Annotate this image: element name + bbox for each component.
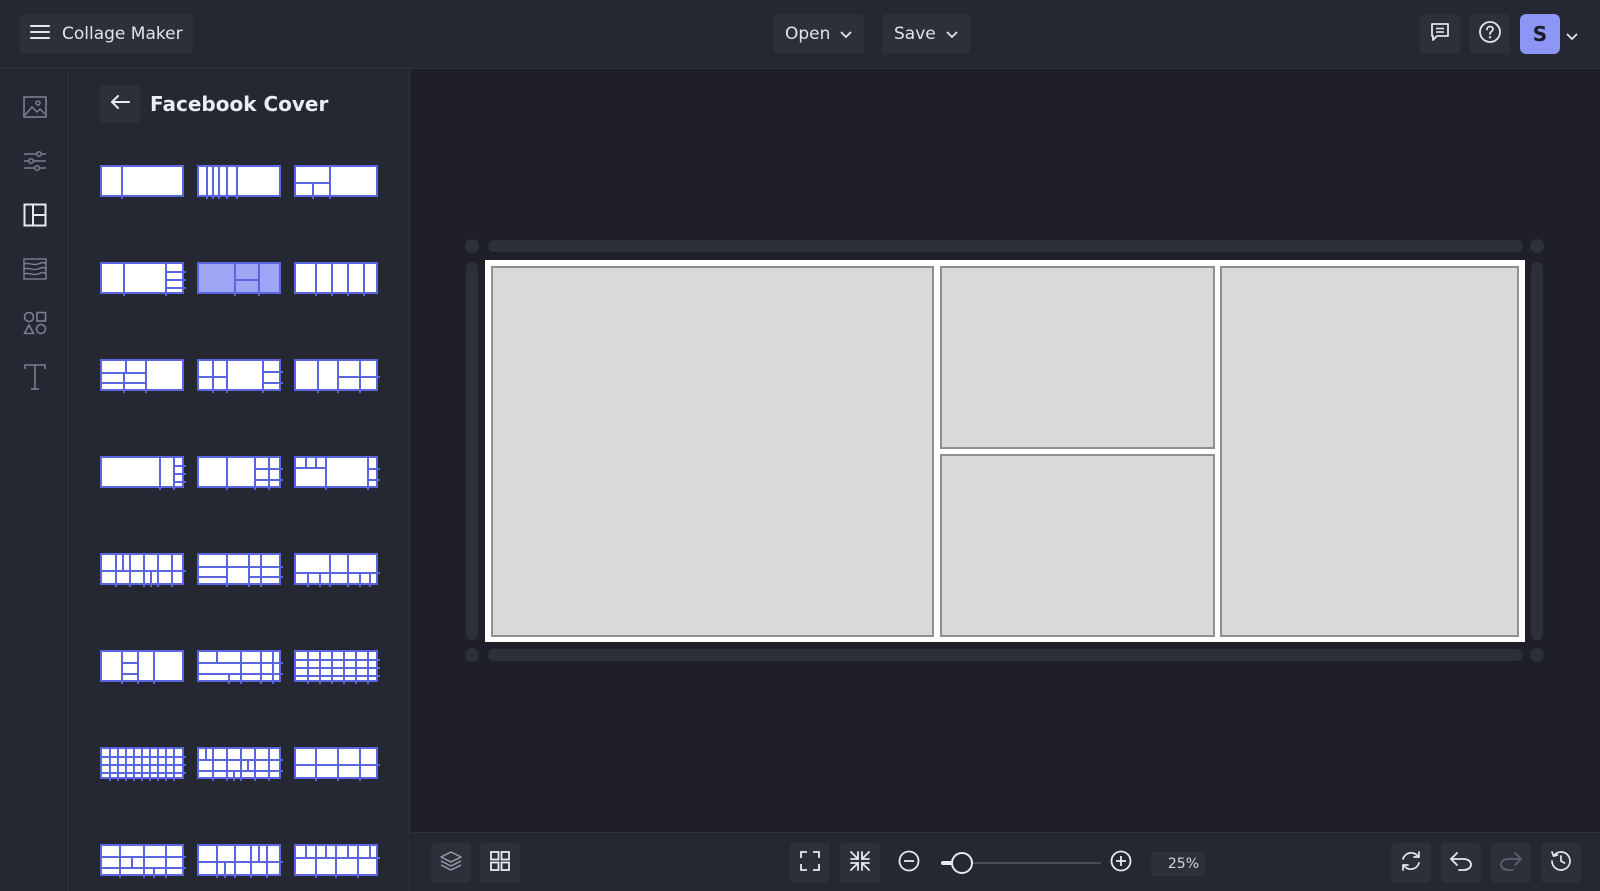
fit-screen-button[interactable] [790,843,830,883]
image-icon[interactable] [22,94,48,120]
comments-button[interactable] [1420,14,1460,54]
chat-icon [1429,21,1451,47]
layout-thumbnail[interactable] [100,456,186,490]
adjust-icon[interactable] [22,148,48,174]
back-button[interactable] [100,85,140,123]
text-icon[interactable] [22,364,48,390]
layout-thumbnail[interactable] [294,650,380,684]
collage-cell-middle-top[interactable] [940,266,1215,449]
zoom-out-button[interactable] [889,843,929,883]
corner-handle-top-left[interactable] [465,239,479,253]
open-label: Open [785,24,831,44]
layout-thumbnail[interactable] [197,553,283,587]
right-resize-handle[interactable] [1531,262,1543,640]
help-icon [1478,20,1502,48]
open-button[interactable]: Open [773,14,865,54]
layouts-panel: Facebook Cover [70,70,410,891]
collage-artboard [485,260,1525,642]
top-resize-handle[interactable] [488,240,1523,252]
layout-thumbnail[interactable] [294,553,380,587]
layout-thumbnail[interactable] [294,262,378,296]
layout-thumbnail[interactable] [197,456,283,490]
undo-button[interactable] [1441,843,1481,883]
layout-grid [100,165,380,878]
arrow-left-icon [110,94,130,114]
refresh-icon [1399,849,1423,877]
collage-cell-left[interactable] [491,266,934,637]
collage-cell-middle-bottom[interactable] [940,454,1215,637]
history-button[interactable] [1541,843,1581,883]
zoom-out-icon [898,850,920,876]
left-resize-handle[interactable] [466,262,478,640]
shapes-icon[interactable] [22,310,48,336]
shrink-button[interactable] [840,843,880,883]
layout-thumbnail[interactable] [100,165,184,199]
layout-thumbnail[interactable] [100,747,186,781]
layout-thumbnail[interactable] [294,359,380,393]
layout-thumbnail[interactable] [197,650,283,684]
corner-handle-bottom-left[interactable] [465,648,479,662]
layout-thumbnail[interactable] [197,262,281,296]
corner-handle-top-right[interactable] [1530,239,1544,253]
panel-title: Facebook Cover [150,92,329,116]
help-button[interactable] [1470,14,1510,54]
layout-thumbnail[interactable] [197,165,281,199]
chevron-down-icon [946,24,958,44]
layout-thumbnail[interactable] [197,747,283,781]
zoom-in-button[interactable] [1101,843,1141,883]
texture-icon[interactable] [22,256,48,282]
layers-icon [439,849,463,877]
undo-icon [1449,851,1473,875]
chevron-down-icon [840,24,853,44]
redo-button[interactable] [1491,843,1531,883]
save-label: Save [894,24,936,44]
layout-thumbnail[interactable] [100,844,186,878]
app-menu-button[interactable]: Collage Maker [20,14,193,54]
layout-icon[interactable] [22,202,48,228]
shrink-icon [849,850,871,876]
layers-button[interactable] [431,843,471,883]
corner-handle-bottom-right[interactable] [1530,648,1544,662]
layout-thumbnail[interactable] [100,262,186,296]
avatar[interactable]: S [1520,14,1560,54]
grid-button[interactable] [480,843,520,883]
grid-icon [489,850,511,876]
top-bar: Collage Maker Open Save S [0,0,1600,69]
expand-icon [799,850,821,876]
layout-thumbnail[interactable] [197,359,283,393]
layout-thumbnail[interactable] [294,844,380,878]
layout-thumbnail[interactable] [100,359,184,393]
layout-thumbnail[interactable] [294,456,380,490]
tool-rail [0,70,69,891]
bottom-toolbar: 25% [411,832,1600,891]
layout-thumbnail[interactable] [100,650,184,684]
history-icon [1549,849,1573,877]
layout-thumbnail[interactable] [197,844,283,878]
app-title: Collage Maker [62,24,183,44]
zoom-value[interactable]: 25% [1151,852,1205,876]
bottom-resize-handle[interactable] [488,649,1523,661]
zoom-slider-thumb[interactable] [951,852,973,874]
account-chevron-down-icon[interactable] [1566,26,1578,45]
zoom-in-icon [1110,850,1132,876]
collage-cell-right[interactable] [1220,266,1519,637]
layout-thumbnail[interactable] [294,747,380,781]
menu-icon [30,24,50,44]
layout-thumbnail[interactable] [100,553,186,587]
refresh-button[interactable] [1391,843,1431,883]
layout-thumbnail[interactable] [294,165,378,199]
redo-icon [1499,851,1523,875]
save-button[interactable]: Save [882,14,970,54]
